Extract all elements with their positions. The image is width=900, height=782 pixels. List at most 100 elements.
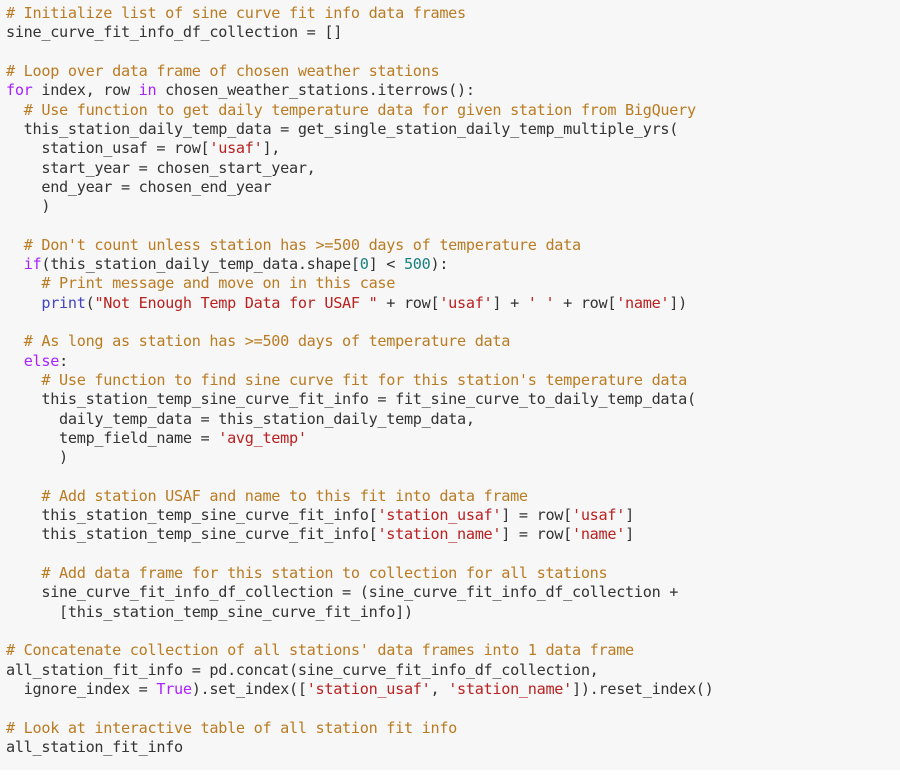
plain-token: : (59, 351, 68, 370)
plain-token: ] (625, 506, 634, 525)
string-token: 'name' (572, 525, 626, 544)
plain-token: this_station_daily_temp_data = get_singl… (6, 119, 679, 138)
string-token: 'usaf' (209, 139, 263, 158)
string-token: 'avg_temp' (218, 428, 307, 447)
code-line: # Use function to get daily temperature … (6, 101, 900, 120)
code-line: start_year = chosen_start_year, (6, 159, 900, 178)
comment-token: # Loop over data frame of chosen weather… (6, 61, 440, 80)
plain-token: temp_field_name = (6, 428, 219, 447)
code-line: # Loop over data frame of chosen weather… (6, 62, 900, 81)
code-line: # Look at interactive table of all stati… (6, 719, 900, 738)
string-token: "Not Enough Temp Data for USAF " (94, 293, 378, 312)
code-line: # Add station USAF and name to this fit … (6, 487, 900, 506)
plain-token: ]).reset_index() (572, 679, 714, 698)
plain-token: ).set_index([ (191, 679, 307, 698)
plain-token: daily_temp_data = this_station_daily_tem… (6, 409, 475, 428)
code-line: this_station_daily_temp_data = get_singl… (6, 120, 900, 139)
plain-token: ] (625, 525, 634, 544)
code-line: all_station_fit_info = pd.concat(sine_cu… (6, 661, 900, 680)
code-line: # As long as station has >=500 days of t… (6, 332, 900, 351)
plain-token: + row[ (377, 293, 440, 312)
code-line: print("Not Enough Temp Data for USAF " +… (6, 294, 900, 313)
string-token: 'name' (616, 293, 670, 312)
comment-token: # Use function to find sine curve fit fo… (41, 370, 687, 389)
plain-token: start_year = chosen_start_year, (6, 158, 316, 177)
code-line: this_station_temp_sine_curve_fit_info['s… (6, 525, 900, 544)
code-line: for index, row in chosen_weather_station… (6, 81, 900, 100)
plain-token: ] = row[ (501, 506, 572, 525)
plain-token: [this_station_temp_sine_curve_fit_info]) (6, 602, 413, 621)
plain-token: index, row (32, 81, 139, 100)
number-token: 0 (359, 255, 369, 274)
plain-token: ], (262, 139, 281, 158)
code-line: station_usaf = row['usaf'], (6, 139, 900, 158)
code-line: sine_curve_fit_info_df_collection = [] (6, 23, 900, 42)
comment-token: # Print message and move on in this case (41, 274, 396, 293)
string-token: 'usaf' (439, 293, 493, 312)
code-line: # Use function to find sine curve fit fo… (6, 371, 900, 390)
plain-token: ]) (669, 293, 687, 312)
keyword-token: True (156, 679, 192, 698)
plain-token: ) (6, 197, 51, 216)
keyword-token: in (138, 81, 157, 100)
code-line: # Initialize list of sine curve fit info… (6, 4, 900, 23)
string-token: 'usaf' (572, 506, 626, 525)
code-line: this_station_temp_sine_curve_fit_info['s… (6, 506, 900, 525)
plain-token: ): (430, 255, 449, 274)
comment-token: # Add station USAF and name to this fit … (41, 486, 528, 505)
keyword-token: if (23, 255, 42, 274)
comment-token: # Concatenate collection of all stations… (6, 641, 634, 660)
plain-token: ] < (368, 255, 404, 274)
string-token: 'station_name' (448, 679, 572, 698)
plain-token: ] + (492, 293, 528, 312)
plain-token: all_station_fit_info = pd.concat(sine_cu… (6, 660, 599, 679)
code-line: ) (6, 448, 900, 467)
code-line: # Don't count unless station has >=500 d… (6, 236, 900, 255)
keyword-token: else (23, 351, 60, 370)
python-code-block[interactable]: # Initialize list of sine curve fit info… (0, 0, 900, 770)
plain-token: , (430, 679, 449, 698)
plain-token: chosen_weather_stations.iterrows(): (156, 81, 475, 100)
comment-token: # Look at interactive table of all stati… (6, 718, 458, 737)
plain-token: ] = row[ (501, 525, 572, 544)
comment-token: # As long as station has >=500 days of t… (23, 332, 511, 351)
plain-token: (this_station_daily_temp_data.shape[ (41, 255, 360, 274)
plain-token: this_station_temp_sine_curve_fit_info[ (6, 525, 378, 544)
plain-token: ignore_index = (6, 679, 157, 698)
plain-token: this_station_temp_sine_curve_fit_info = … (6, 390, 696, 409)
keyword-token: for (6, 81, 33, 100)
code-line: ) (6, 197, 900, 216)
plain-token: ) (6, 448, 68, 467)
code-line: # Print message and move on in this case (6, 274, 900, 293)
code-line: this_station_temp_sine_curve_fit_info = … (6, 390, 900, 409)
plain-token: + row[ (554, 293, 617, 312)
code-line: temp_field_name = 'avg_temp' (6, 429, 900, 448)
code-line: # Concatenate collection of all stations… (6, 641, 900, 660)
code-line: sine_curve_fit_info_df_collection = (sin… (6, 583, 900, 602)
string-token: 'station_usaf' (306, 679, 431, 698)
code-lines-container[interactable]: # Initialize list of sine curve fit info… (0, 4, 900, 757)
code-line: if(this_station_daily_temp_data.shape[0]… (6, 255, 900, 274)
comment-token: # Initialize list of sine curve fit info… (6, 4, 466, 22)
number-token: 500 (403, 255, 431, 274)
code-line: else: (6, 352, 900, 371)
comment-token: # Add data frame for this station to col… (41, 564, 608, 583)
code-line: end_year = chosen_end_year (6, 178, 900, 197)
string-token: ' ' (527, 293, 555, 312)
string-token: 'station_name' (377, 525, 502, 544)
code-line: all_station_fit_info (6, 738, 900, 757)
plain-token: sine_curve_fit_info_df_collection = [] (6, 23, 343, 42)
